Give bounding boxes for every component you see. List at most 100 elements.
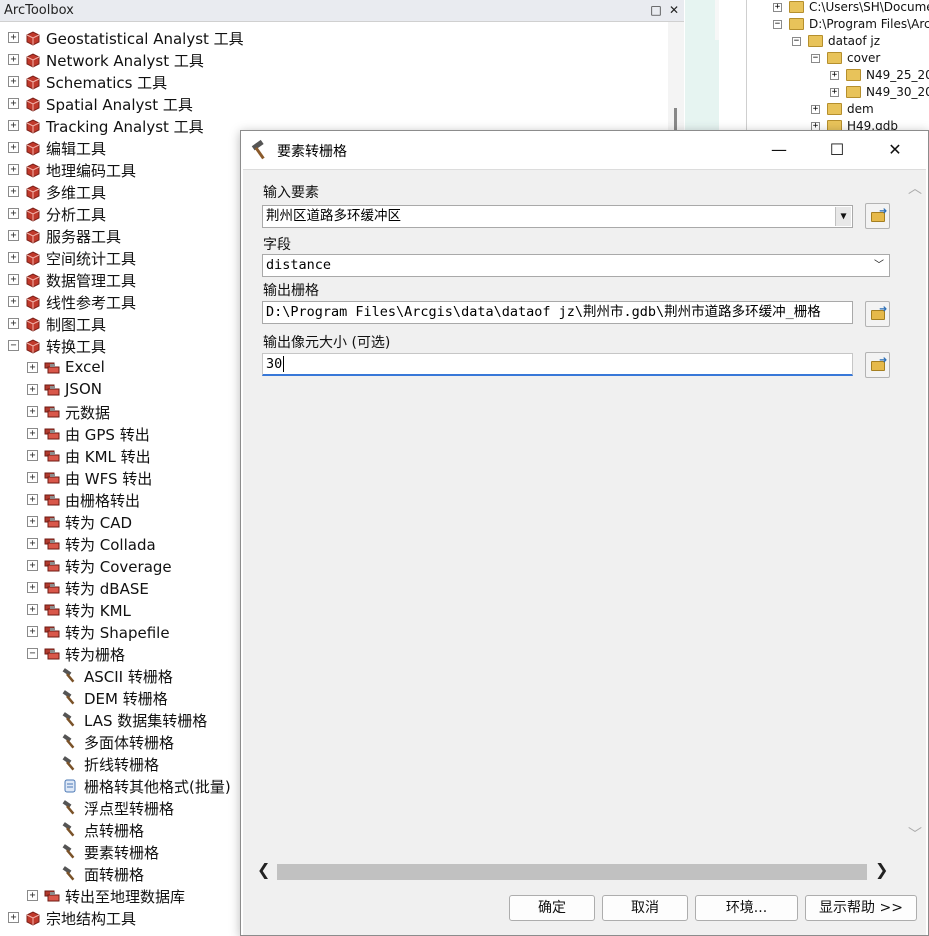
expand-icon[interactable]: + — [27, 538, 38, 549]
tree-item[interactable]: + Schematics 工具 — [0, 71, 640, 93]
expand-icon[interactable]: + — [8, 98, 19, 109]
folder-icon — [789, 18, 804, 30]
expand-icon[interactable]: + — [8, 274, 19, 285]
tree-item-label: 编辑工具 — [46, 140, 107, 158]
expand-icon[interactable]: + — [27, 494, 38, 505]
browse-input-button[interactable]: ➜ — [865, 203, 890, 229]
dropdown-arrow-icon[interactable]: ▼ — [835, 207, 851, 226]
collapse-icon[interactable]: − — [773, 20, 782, 29]
expand-icon[interactable]: + — [8, 186, 19, 197]
expand-icon[interactable]: + — [8, 208, 19, 219]
browse-output-button[interactable]: ➜ — [865, 301, 890, 327]
scroll-down-icon[interactable]: ﹀ — [908, 824, 922, 844]
expand-icon[interactable]: + — [8, 32, 19, 43]
expand-icon[interactable]: + — [773, 3, 782, 12]
maximize-button[interactable]: ☐ — [817, 136, 857, 164]
close-icon[interactable]: ✕ — [666, 2, 682, 18]
cancel-button[interactable]: 取消 — [602, 895, 688, 921]
tree-item-label: 转换工具 — [46, 338, 107, 356]
expand-icon[interactable]: + — [830, 71, 839, 80]
minimize-button[interactable]: — — [759, 136, 799, 164]
scroll-up-icon[interactable]: ︿ — [908, 178, 922, 198]
collapse-icon[interactable]: − — [8, 340, 19, 351]
expand-icon[interactable]: + — [27, 604, 38, 615]
close-button[interactable]: ✕ — [875, 136, 915, 164]
expand-icon[interactable]: + — [27, 626, 38, 637]
expand-icon[interactable]: + — [27, 472, 38, 483]
tree-item[interactable]: + Geostatistical Analyst 工具 — [0, 27, 640, 49]
tree-item-label: 转为 Collada — [65, 536, 156, 554]
expand-icon[interactable]: + — [830, 88, 839, 97]
expand-icon[interactable]: + — [8, 296, 19, 307]
scroll-right-icon[interactable]: ❯ — [875, 860, 888, 879]
expand-icon[interactable]: + — [27, 560, 38, 571]
tree-item[interactable]: + Spatial Analyst 工具 — [0, 93, 640, 115]
expand-icon[interactable]: + — [8, 230, 19, 241]
folder-icon — [846, 86, 861, 98]
collapse-icon[interactable]: − — [792, 37, 801, 46]
restore-icon[interactable]: □ — [648, 2, 664, 18]
expand-icon[interactable]: + — [811, 105, 820, 114]
browse-cellsize-button[interactable]: ➜ — [865, 352, 890, 378]
toolset-icon — [44, 472, 60, 484]
cell-size-label: 输出像元大小 (可选) — [263, 335, 391, 351]
expand-icon[interactable]: + — [27, 384, 38, 395]
dialog-body: 输入要素 荆州区道路多环缓冲区 ▼ ➜ 字段 distance ﹀ 输出栅格 D… — [243, 169, 926, 883]
expand-icon[interactable]: + — [27, 428, 38, 439]
hammer-icon — [62, 734, 75, 749]
ok-button[interactable]: 确定 — [509, 895, 595, 921]
tree-item-label: 要素转栅格 — [84, 844, 160, 862]
field-select[interactable]: distance ﹀ — [262, 254, 890, 277]
expand-icon[interactable]: + — [8, 76, 19, 87]
expand-icon[interactable]: + — [27, 890, 38, 901]
expand-icon[interactable]: + — [8, 912, 19, 923]
tree-item-label: 多面体转栅格 — [84, 734, 175, 752]
expand-icon[interactable]: + — [27, 450, 38, 461]
catalog-item[interactable]: + dem — [747, 102, 929, 119]
expand-icon[interactable]: + — [27, 406, 38, 417]
tree-item-label: 面转栅格 — [84, 866, 145, 884]
expand-icon[interactable]: + — [8, 164, 19, 175]
toolset-icon — [44, 538, 60, 550]
cell-size-input[interactable]: 30 — [262, 353, 853, 376]
field-label: 字段 — [263, 237, 291, 253]
collapse-icon[interactable]: − — [27, 648, 38, 659]
folder-icon — [827, 52, 842, 64]
catalog-item[interactable]: − D:\Program Files\Arc — [747, 17, 929, 34]
tree-item-label: 服务器工具 — [46, 228, 122, 246]
expand-icon[interactable]: + — [8, 120, 19, 131]
collapse-icon[interactable]: − — [811, 54, 820, 63]
expand-icon[interactable]: + — [8, 142, 19, 153]
dialog-horizontal-scrollbar[interactable]: ❮ ❯ — [255, 860, 893, 881]
catalog-item-label: D:\Program Files\Arc — [809, 17, 929, 31]
tree-item-label: 由 GPS 转出 — [65, 426, 150, 444]
toolset-icon — [44, 604, 60, 616]
expand-icon[interactable]: + — [8, 318, 19, 329]
catalog-item[interactable]: + N49_25_20 — [747, 68, 929, 85]
tree-item[interactable]: + Network Analyst 工具 — [0, 49, 640, 71]
tree-item-label: 分析工具 — [46, 206, 107, 224]
output-raster-input[interactable]: D:\Program Files\Arcgis\data\dataof jz\荆… — [262, 301, 853, 324]
catalog-item[interactable]: + C:\Users\SH\Docume — [747, 0, 929, 17]
catalog-item[interactable]: + N49_30_20 — [747, 85, 929, 102]
scroll-thumb[interactable] — [277, 864, 867, 880]
expand-icon[interactable]: + — [8, 54, 19, 65]
tree-item-label: JSON — [65, 380, 102, 398]
expand-icon[interactable]: + — [27, 516, 38, 527]
tree-item-label: DEM 转栅格 — [84, 690, 168, 708]
tree-item-label: 转为 dBASE — [65, 580, 149, 598]
environments-button[interactable]: 环境... — [695, 895, 798, 921]
catalog-item[interactable]: − cover — [747, 51, 929, 68]
tree-item-label: 数据管理工具 — [46, 272, 137, 290]
dialog-titlebar: 要素转栅格 — ☐ ✕ — [241, 131, 928, 169]
chevron-down-icon[interactable]: ﹀ — [871, 256, 887, 275]
dialog-vertical-scrollbar[interactable]: ︿ ﹀ — [904, 170, 926, 860]
input-features-combo[interactable]: 荆州区道路多环缓冲区 ▼ — [262, 205, 853, 228]
input-features-value: 荆州区道路多环缓冲区 — [266, 208, 401, 224]
expand-icon[interactable]: + — [27, 582, 38, 593]
scroll-left-icon[interactable]: ❮ — [257, 860, 270, 879]
catalog-item[interactable]: − dataof jz — [747, 34, 929, 51]
expand-icon[interactable]: + — [8, 252, 19, 263]
show-help-button[interactable]: 显示帮助 >> — [805, 895, 917, 921]
expand-icon[interactable]: + — [27, 362, 38, 373]
